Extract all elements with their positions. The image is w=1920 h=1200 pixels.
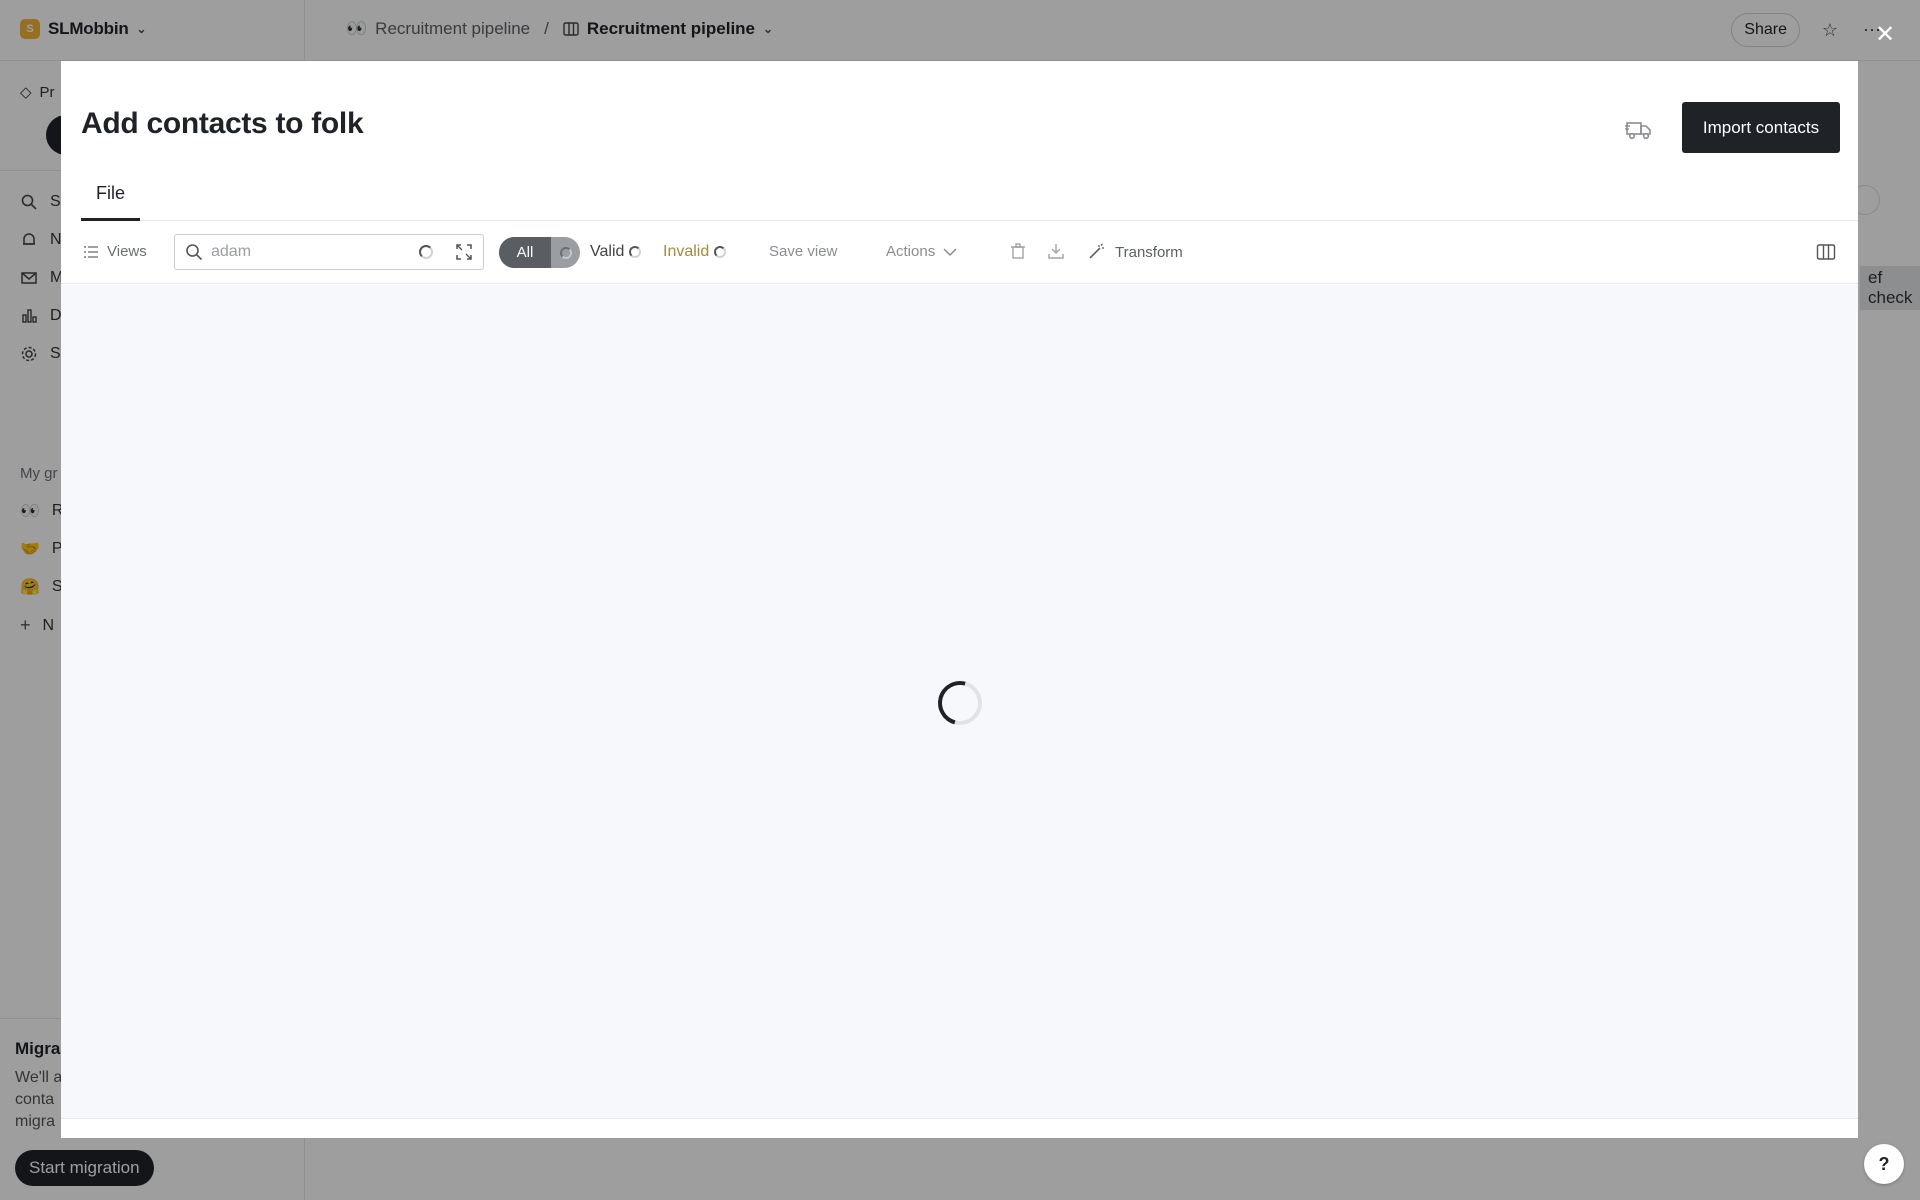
views-button[interactable]: Views <box>83 243 147 260</box>
save-view-button[interactable]: Save view <box>769 243 837 260</box>
import-contacts-button[interactable]: Import contacts <box>1682 102 1840 153</box>
filter-all-button[interactable]: All <box>499 237 551 268</box>
chevron-down-icon <box>943 247 957 256</box>
actions-dropdown[interactable]: Actions <box>886 243 957 260</box>
close-icon[interactable]: ✕ <box>1874 23 1896 47</box>
magic-wand-icon <box>1089 243 1104 259</box>
filter-invalid-button[interactable]: Invalid <box>663 243 727 261</box>
filter-invalid-label: Invalid <box>663 243 710 260</box>
import-table-area <box>61 285 1858 1118</box>
truck-icon[interactable] <box>1624 114 1654 144</box>
transform-label: Transform <box>1115 243 1183 261</box>
trash-icon[interactable] <box>1009 242 1027 260</box>
actions-label: Actions <box>886 243 936 260</box>
search-box <box>174 234 484 270</box>
modal-footer-divider <box>61 1118 1858 1119</box>
search-input[interactable] <box>211 243 411 261</box>
add-contacts-modal: Add contacts to folk Import contacts Fil… <box>61 61 1858 1138</box>
filter-valid-loading-icon <box>629 246 642 258</box>
filter-segmented-control: All <box>499 237 580 268</box>
filter-invalid-loading-icon <box>714 246 727 258</box>
modal-title: Add contacts to folk <box>81 107 364 140</box>
views-label: Views <box>107 243 147 260</box>
search-icon <box>186 244 203 261</box>
filter-valid-label: Valid <box>590 243 625 260</box>
transform-button[interactable]: Transform <box>1087 243 1183 261</box>
columns-icon[interactable] <box>1816 243 1836 261</box>
modal-tabs: File <box>81 177 1858 221</box>
tab-file[interactable]: File <box>81 177 141 221</box>
loading-spinner <box>929 672 991 734</box>
download-icon[interactable] <box>1047 242 1065 260</box>
filter-all-loading-icon <box>551 237 580 268</box>
search-loading-icon <box>419 245 433 259</box>
help-button[interactable]: ? <box>1864 1144 1904 1184</box>
list-icon <box>84 245 98 258</box>
import-toolbar: Views All Valid Invalid Save view Action… <box>61 221 1858 284</box>
expand-icon[interactable] <box>455 243 473 261</box>
filter-valid-button[interactable]: Valid <box>590 243 642 261</box>
